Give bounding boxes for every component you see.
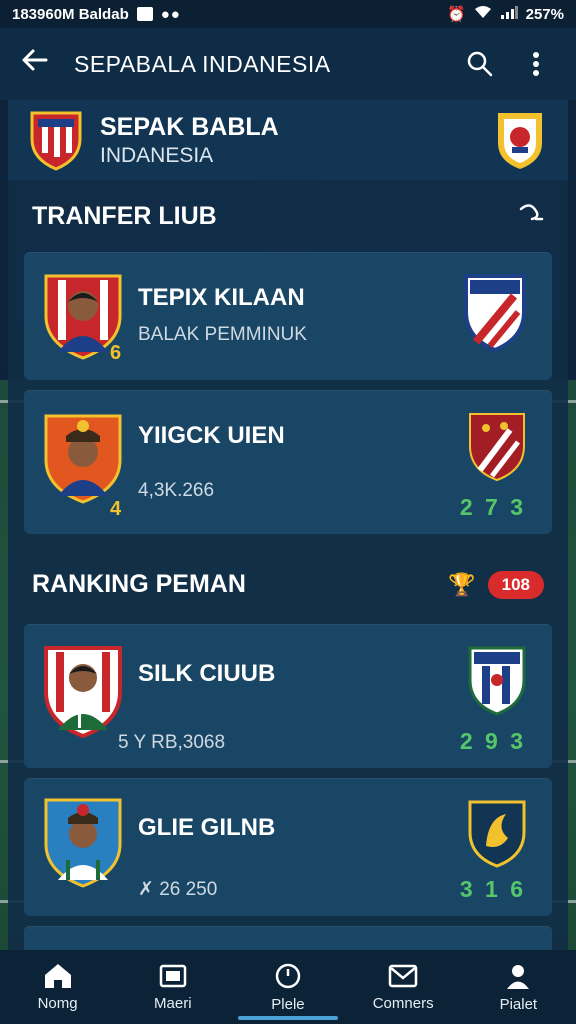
player-detail: BALAK PEMMINUK: [138, 324, 307, 345]
banner-subtitle: INDANESIA: [100, 143, 214, 167]
ranking-card[interactable]: GLIE GILNB ✗ 26 250 3 1 6: [24, 778, 552, 916]
player-name: TEPIX KILAAN: [138, 284, 305, 311]
ranking-score: 3 1 6: [459, 876, 526, 902]
banner-title: SEPAK BABLA: [100, 112, 279, 141]
transfer-card[interactable]: 6 TEPIX KILAAN BALAK PEMMINUK: [24, 252, 552, 380]
ranking-section-header: RANKING PEMAN 🏆 108: [32, 570, 544, 599]
more-notifications-icon: ●●: [160, 5, 181, 23]
nav-label: Maeri: [154, 994, 192, 1012]
wifi-icon: [474, 5, 492, 23]
player-crest-icon: [44, 414, 122, 504]
transfer-section-header: TRANFER LIUB: [32, 202, 544, 231]
profile-icon: [507, 964, 530, 989]
player-number: 6: [110, 342, 122, 364]
trophy-icon: 🏆: [448, 571, 476, 597]
player-detail: 4,3K.266: [138, 480, 215, 501]
player-crest-icon: [44, 646, 122, 738]
ranking-card[interactable]: SILK CIUUB 5 Y RB,3068 2 9 3: [24, 624, 552, 768]
content-panel: TRANFER LIUB 6 TEPIX KILAAN BALAK PEMMIN…: [8, 180, 568, 966]
league-logo-icon: [498, 113, 542, 169]
club-badge-icon: [469, 413, 525, 482]
player-name: YIIGCK UIEN: [138, 422, 285, 449]
league-banner: SEPAK BABLA INDANESIA: [8, 100, 568, 180]
notification-icon: [136, 7, 153, 21]
more-vertical-icon: [533, 52, 539, 76]
arrow-left-icon: [22, 49, 48, 71]
status-left-text: 183960M Baldab: [12, 5, 129, 23]
player-number: 4: [110, 498, 122, 520]
news-icon: [159, 964, 187, 987]
bottom-navigation: Nomg Maeri Plele Comners Pialet: [0, 950, 576, 1024]
transfer-score: 2 7 3: [459, 494, 526, 520]
nav-item-messages[interactable]: Comners: [353, 963, 453, 1012]
search-icon: [467, 51, 493, 77]
club-crest-icon: [30, 111, 82, 171]
club-badge-icon: [468, 800, 526, 868]
player-detail: 5 Y RB,3068: [118, 732, 226, 753]
share-icon: [519, 204, 544, 221]
club-badge-icon: [464, 274, 526, 352]
nav-label: Pialet: [499, 995, 538, 1013]
nav-label: Comners: [372, 994, 434, 1012]
nav-item-home[interactable]: Nomg: [8, 963, 108, 1012]
ranking-section-title: RANKING PEMAN: [32, 570, 246, 598]
share-button[interactable]: [518, 203, 544, 230]
player-crest-icon: [44, 798, 122, 888]
transfer-card[interactable]: 4 YIIGCK UIEN 4,3K.266 2 7 3: [24, 390, 552, 534]
app-bar: SEPABALA INDANESIA: [0, 28, 576, 100]
app-title: SEPABALA INDANESIA: [74, 50, 331, 77]
transfer-section-title: TRANFER LIUB: [32, 202, 217, 230]
home-icon: [44, 963, 71, 988]
ranking-meta: 🏆 108: [448, 570, 544, 599]
back-button[interactable]: [20, 45, 60, 83]
nav-item-schedule[interactable]: Plele: [238, 962, 338, 1013]
player-detail: ✗ 26 250: [138, 879, 218, 900]
nav-item-news[interactable]: Maeri: [123, 963, 223, 1012]
nav-label: Plele: [271, 995, 305, 1013]
home-indicator[interactable]: [238, 1016, 338, 1020]
search-button[interactable]: [460, 44, 500, 84]
club-badge-icon: [468, 646, 526, 716]
nav-label: Nomg: [37, 994, 78, 1012]
player-name: GLIE GILNB: [138, 814, 276, 841]
alarm-icon: ⏰: [446, 6, 466, 23]
mail-icon: [388, 964, 418, 987]
signal-icon: [500, 5, 518, 23]
more-options-button[interactable]: [516, 44, 556, 84]
battery-text: 257%: [525, 5, 564, 23]
status-bar: 183960M Baldab ●● ⏰ 257%: [0, 0, 576, 28]
clock-icon: [275, 963, 301, 988]
player-name: SILK CIUUB: [138, 660, 276, 687]
nav-item-profile[interactable]: Pialet: [468, 962, 568, 1013]
ranking-count-badge[interactable]: 108: [487, 570, 544, 599]
ranking-score: 2 9 3: [459, 728, 526, 754]
